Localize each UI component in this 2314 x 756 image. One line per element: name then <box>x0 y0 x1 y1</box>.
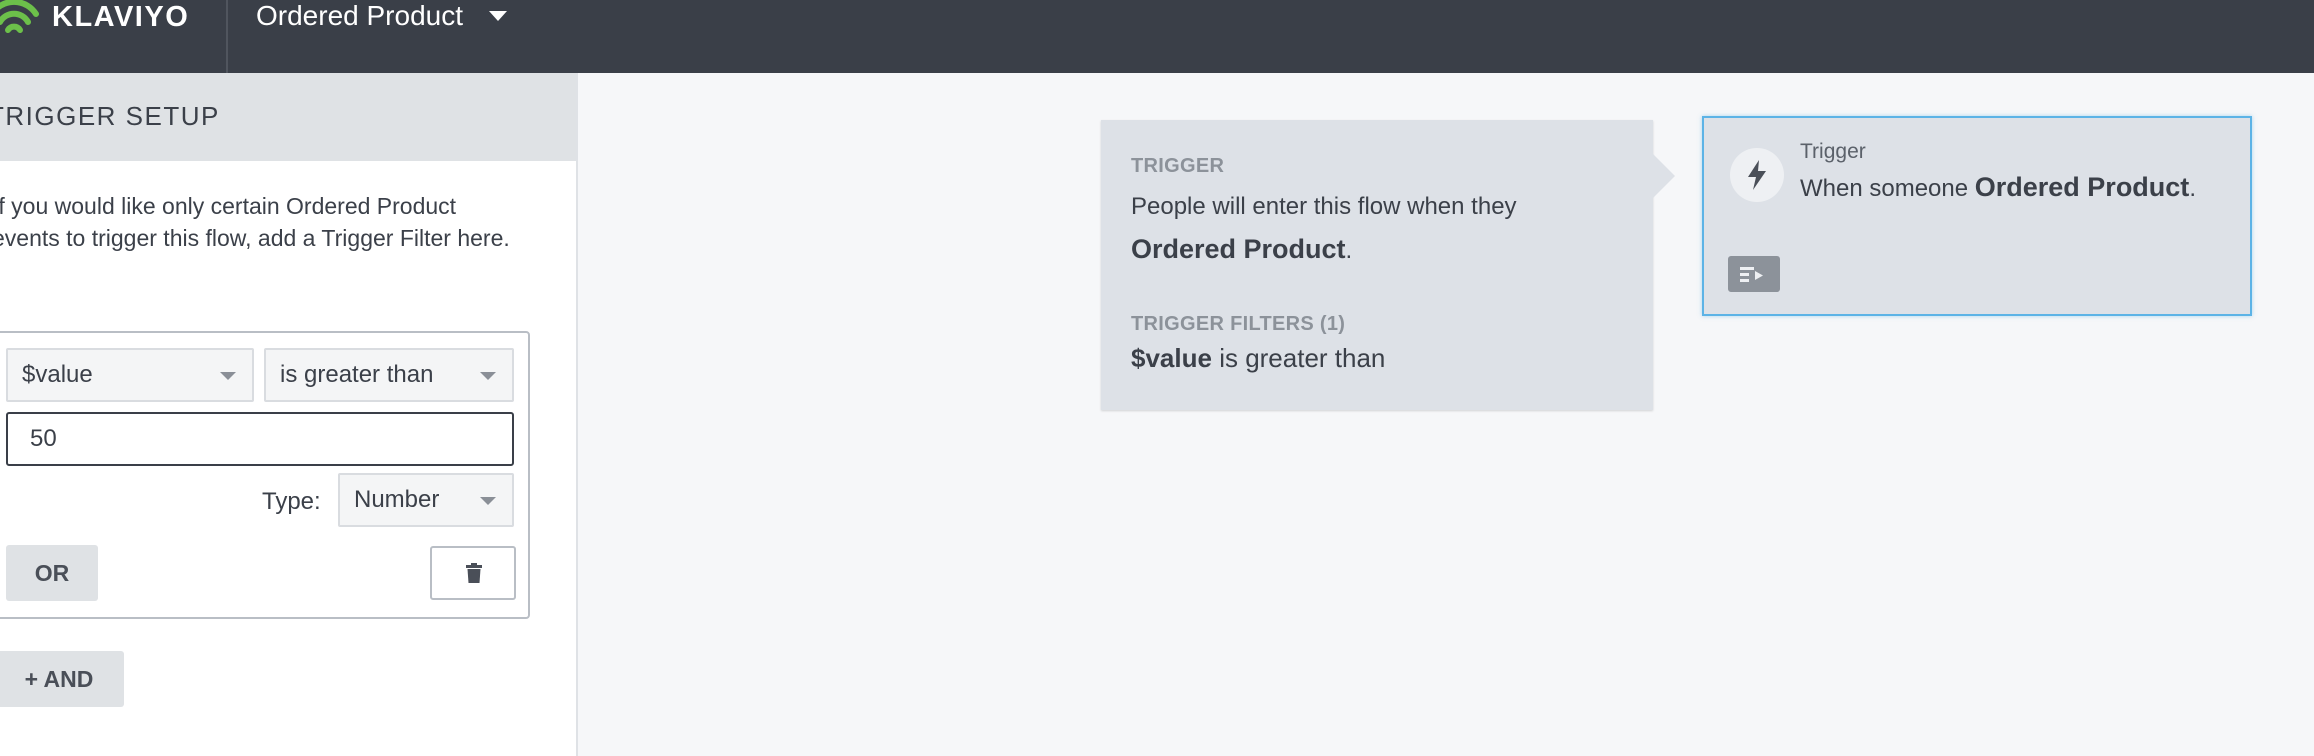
details-panel-button[interactable] <box>1728 256 1780 292</box>
type-label: Type: <box>262 488 321 515</box>
trigger-icon-circle <box>1730 148 1784 202</box>
delete-filter-button[interactable] <box>430 546 516 600</box>
trigger-summary-card: TRIGGER People will enter this flow when… <box>1101 120 1675 410</box>
top-bar: KLAVIYO Ordered Product <box>0 0 2314 73</box>
property-select[interactable]: $value <box>6 348 254 402</box>
header-divider <box>226 0 228 73</box>
filters-heading: TRIGGER FILTERS (1) <box>1131 313 1346 335</box>
lightning-bolt-icon <box>1748 160 1766 190</box>
chevron-down-icon <box>480 497 496 505</box>
filters-summary: $value is greater than <box>1131 343 1385 374</box>
summary-text: People will enter this flow when they Or… <box>1131 186 1631 272</box>
operator-select[interactable]: is greater than <box>264 348 514 402</box>
klaviyo-logo[interactable]: KLAVIYO <box>0 0 200 34</box>
trigger-node[interactable]: Trigger When someone Ordered Product. <box>1702 116 2252 316</box>
trash-icon <box>466 563 482 583</box>
operator-select-value: is greater than <box>280 361 434 388</box>
summary-suffix: . <box>1345 237 1353 264</box>
trigger-node-metric: Ordered Product <box>1974 172 2190 202</box>
property-select-value: $value <box>22 361 93 388</box>
trigger-node-label: Trigger <box>1800 140 1866 163</box>
caret-down-icon <box>489 11 507 21</box>
trigger-selector-label: Ordered Product <box>256 0 463 31</box>
panel-header: TRIGGER SETUP <box>0 73 576 161</box>
chevron-down-icon <box>480 372 496 380</box>
add-and-filter-button[interactable]: + AND <box>0 651 124 707</box>
trigger-node-prefix: When someone <box>1800 175 1969 202</box>
filter-value-input[interactable] <box>6 412 514 466</box>
filter-property: $value <box>1131 343 1212 373</box>
panel-title: TRIGGER SETUP <box>0 101 220 131</box>
type-select[interactable]: Number <box>338 473 514 527</box>
trigger-node-text: When someone Ordered Product. <box>1800 172 2196 203</box>
brand-name: KLAVIYO <box>52 1 190 33</box>
summary-heading: TRIGGER <box>1131 155 1225 177</box>
klaviyo-wifi-logo-icon <box>0 0 39 33</box>
type-select-value: Number <box>354 486 440 513</box>
summary-text-prefix: People will enter this flow when they <box>1131 193 1517 220</box>
trigger-filter-group: $value is greater than Type: Number OR <box>0 331 530 619</box>
trigger-node-suffix: . <box>2189 175 2196 202</box>
panel-description: If you would like only certain Ordered P… <box>0 193 510 251</box>
trigger-setup-panel: TRIGGER SETUP If you would like only cer… <box>0 73 578 756</box>
chevron-down-icon <box>220 372 236 380</box>
or-button[interactable]: OR <box>6 545 98 601</box>
summary-metric: Ordered Product <box>1131 234 1346 264</box>
trigger-selector[interactable]: Ordered Product <box>256 0 507 32</box>
filter-operator: is greater than <box>1219 343 1386 373</box>
details-panel-icon <box>1740 267 1763 282</box>
